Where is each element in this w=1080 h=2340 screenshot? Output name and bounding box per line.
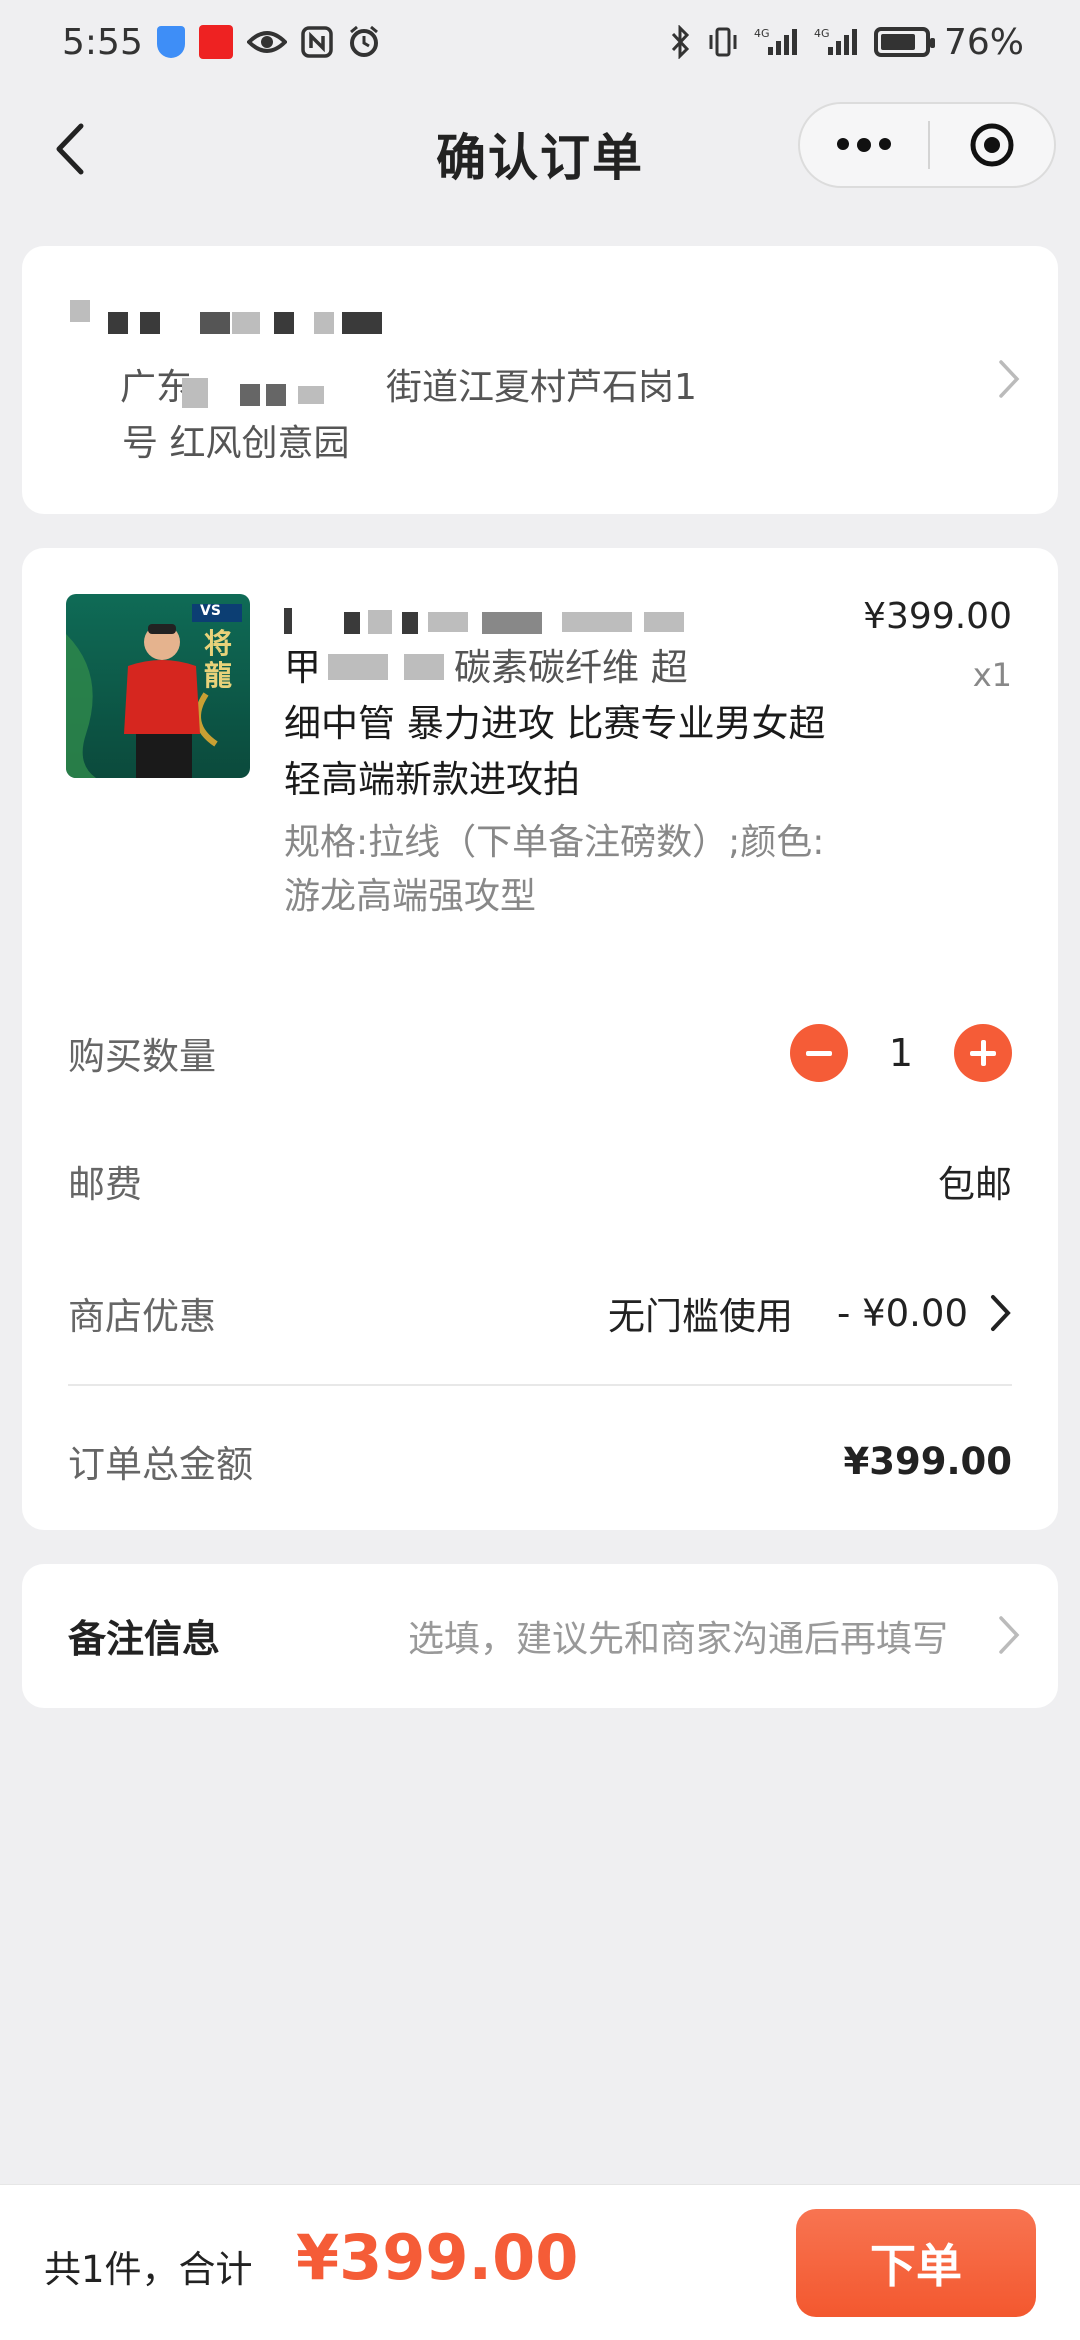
- discount-label: 商店优惠: [68, 1295, 216, 1338]
- alarm-icon: [347, 24, 381, 60]
- shipping-value: 包邮: [938, 1163, 1012, 1206]
- status-time: 5:55: [62, 21, 143, 63]
- product-image-text: 将龍: [204, 627, 233, 692]
- eye-icon: [246, 24, 287, 60]
- redacted-mark: [368, 610, 392, 634]
- redacted-mark: [482, 612, 542, 634]
- status-left: 5:55: [62, 22, 381, 63]
- quantity-label: 购买数量: [68, 1035, 216, 1078]
- signal-4g-icon: 4G: [754, 24, 800, 60]
- redacted-mark: [342, 312, 382, 334]
- chevron-right-icon: [994, 356, 1024, 402]
- redacted-mark: [274, 312, 294, 334]
- shipping-row: 邮费 包邮: [68, 1136, 1012, 1226]
- more-options-button[interactable]: [800, 138, 928, 152]
- total-row: 订单总金额 ¥399.00: [68, 1416, 1012, 1506]
- quantity-value[interactable]: 1: [848, 1031, 954, 1075]
- chevron-right-icon: [994, 1612, 1024, 1658]
- product-name-start: 甲: [284, 646, 321, 689]
- nfc-icon: [301, 24, 333, 60]
- redacted-mark: [284, 608, 292, 634]
- increase-button[interactable]: [954, 1024, 1012, 1082]
- address-text: 广东 街道江夏村芦石岗1 号 红风创意园: [120, 360, 958, 472]
- app-notification-icon: [198, 24, 233, 60]
- decrease-button[interactable]: [790, 1024, 848, 1082]
- submit-order-button[interactable]: 下单: [796, 2209, 1036, 2317]
- redacted-mark: [266, 384, 286, 406]
- redacted-mark: [298, 386, 324, 404]
- svg-text:4G: 4G: [814, 27, 830, 40]
- product-name-line-1b: 甲 碳素碳纤维 超: [284, 640, 894, 696]
- redacted-mark: [240, 384, 260, 406]
- redacted-mark: [562, 612, 632, 632]
- redacted-mark: [344, 612, 360, 634]
- shield-icon: [156, 24, 185, 60]
- note-label: 备注信息: [68, 1617, 221, 1661]
- status-right: 4G 4G 76%: [670, 22, 1024, 63]
- product-image-logo: VS: [200, 603, 221, 619]
- redacted-mark: [140, 312, 160, 334]
- vibrate-icon: [706, 24, 740, 60]
- product-name-line-2: 细中管 暴力进攻 比赛专业男女超: [284, 702, 826, 745]
- quantity-stepper: 1: [790, 1024, 1012, 1082]
- more-dot-icon: [837, 138, 849, 150]
- summary-total: ¥399.00: [296, 2221, 579, 2294]
- redacted-mark: [314, 312, 334, 334]
- address-street: 街道江夏村芦石岗1: [386, 367, 697, 408]
- target-icon: [970, 123, 1014, 167]
- redacted-mark: [70, 300, 90, 322]
- battery-icon: [873, 24, 935, 60]
- product-name-mid: 碳素碳纤维 超: [454, 646, 688, 689]
- redacted-mark: [108, 312, 128, 334]
- close-miniprogram-button[interactable]: [930, 121, 1054, 169]
- divider: [68, 1384, 1012, 1386]
- signal-4g-icon-2: 4G: [814, 24, 860, 60]
- note-input[interactable]: 选填，建议先和商家沟通后再填写: [408, 1610, 948, 1662]
- redacted-mark: [644, 612, 684, 632]
- total-label: 订单总金额: [68, 1443, 253, 1486]
- bluetooth-icon: [670, 24, 692, 60]
- discount-value: - ¥0.00: [836, 1291, 968, 1335]
- more-dot-icon: [857, 138, 871, 152]
- address-line-2: 号 红风创意园: [122, 423, 350, 464]
- redacted-mark: [182, 378, 208, 408]
- bottom-bar: 共1件，合计 ¥399.00 下单: [0, 2184, 1080, 2340]
- svg-text:4G: 4G: [754, 27, 770, 40]
- redacted-mark: [328, 654, 388, 680]
- quantity-row: 购买数量 1: [68, 1008, 1012, 1098]
- redacted-mark: [200, 312, 230, 334]
- note-card[interactable]: 备注信息 选填，建议先和商家沟通后再填写: [22, 1564, 1058, 1708]
- more-dot-icon: [879, 138, 891, 150]
- discount-note: 无门槛使用: [607, 1295, 793, 1338]
- redacted-mark: [232, 312, 260, 334]
- redacted-mark: [402, 612, 418, 634]
- product-name-line-3: 轻高端新款进攻拍: [284, 758, 580, 801]
- chevron-right-icon: [991, 1295, 1011, 1331]
- address-line-1: 广东 街道江夏村芦石岗1: [120, 360, 958, 416]
- product-price: ¥399.00: [863, 596, 1012, 637]
- summary-label: 共1件，合计: [44, 2248, 253, 2291]
- nav-bar: 确认订单: [0, 84, 1080, 214]
- miniprogram-capsule: [798, 102, 1056, 188]
- product-spec: 规格:拉线（下单备注磅数）;颜色:游龙高端强攻型: [284, 822, 825, 917]
- battery-percent: 76%: [943, 21, 1024, 63]
- product-name: 甲 碳素碳纤维 超 细中管 暴力进攻 比赛专业男女超 轻高端新款进攻拍: [284, 594, 894, 808]
- discount-info: 无门槛使用 - ¥0.00: [608, 1286, 1012, 1340]
- order-card: VS 将龍 甲 碳素碳纤维 超 细中管 暴力进攻 比赛专业男女超 轻高端新款进攻…: [22, 548, 1058, 1530]
- status-bar: 5:55 4G 4G 76%: [0, 0, 1080, 84]
- product-image[interactable]: VS 将龍: [66, 594, 250, 778]
- redacted-mark: [428, 612, 468, 632]
- total-value: ¥399.00: [843, 1439, 1012, 1483]
- product-quantity: x1: [972, 656, 1012, 694]
- redacted-mark: [404, 654, 444, 680]
- shipping-label: 邮费: [68, 1163, 142, 1206]
- discount-row[interactable]: 商店优惠 无门槛使用 - ¥0.00: [68, 1268, 1012, 1358]
- address-card[interactable]: 广东 街道江夏村芦石岗1 号 红风创意园: [22, 246, 1058, 514]
